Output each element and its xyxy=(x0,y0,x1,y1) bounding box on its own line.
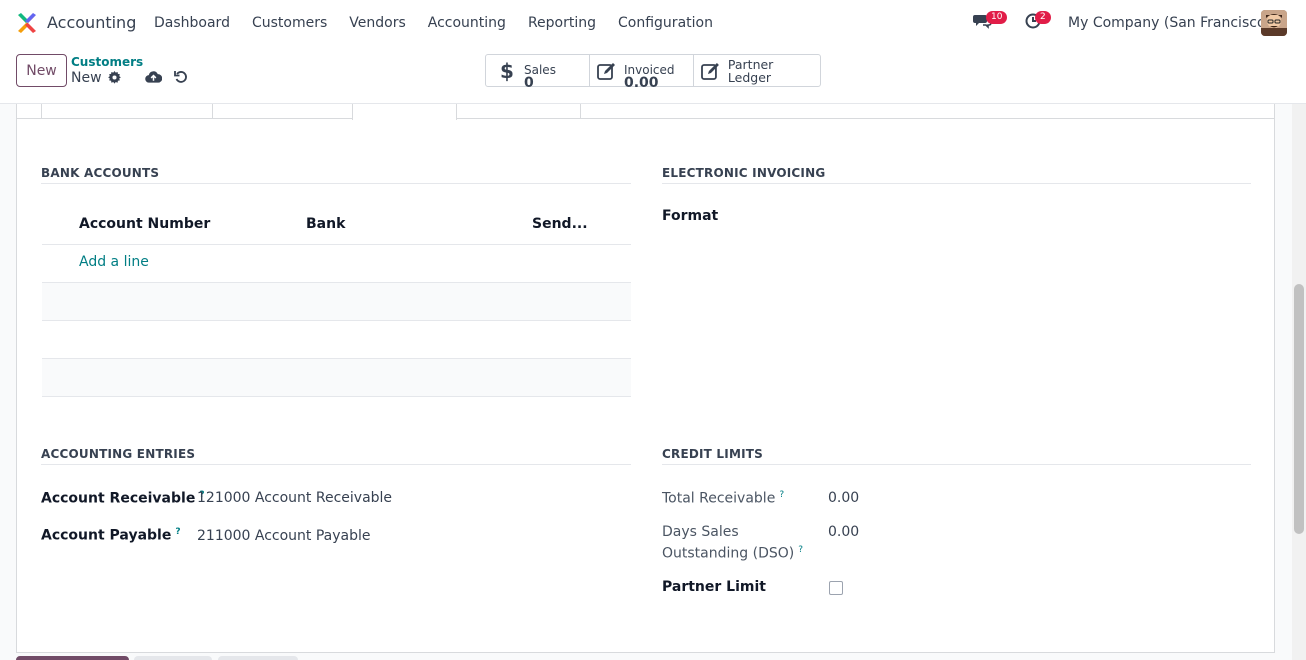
format-label: Format xyxy=(662,208,719,224)
credit-limits-title: CREDIT LIMITS xyxy=(662,447,763,461)
messages-systray[interactable]: 10 xyxy=(972,10,1008,30)
app-name[interactable]: Accounting xyxy=(47,13,136,32)
partner-ledger-label: Partner Ledger xyxy=(727,56,774,85)
help-tooltip-icon[interactable]: ? xyxy=(779,490,784,500)
credit-limits-divider xyxy=(662,464,1251,465)
breadcrumb-current: New xyxy=(71,70,102,86)
sales-value: 0 xyxy=(524,75,534,91)
bottom-secondary-button[interactable] xyxy=(218,656,298,660)
dollar-icon: $ xyxy=(500,58,514,83)
electronic-invoicing-title: ELECTRONIC INVOICING xyxy=(662,166,826,180)
notebook-tabs xyxy=(17,104,1274,120)
account-payable-label: Account Payable? xyxy=(41,527,181,544)
bottom-secondary-button[interactable] xyxy=(134,656,212,660)
tab-contacts[interactable] xyxy=(41,104,213,119)
accounting-entries-divider xyxy=(41,464,631,465)
user-avatar-image xyxy=(1261,10,1287,36)
dso-label-line1: Days Sales xyxy=(662,524,739,540)
discard-undo-icon[interactable] xyxy=(174,70,188,84)
tab-internal-notes[interactable] xyxy=(456,104,581,119)
main-menu: Dashboard Customers Vendors Accounting R… xyxy=(154,15,713,31)
help-tooltip-icon[interactable]: ? xyxy=(798,545,803,555)
account-payable-field[interactable]: 211000 Account Payable xyxy=(197,528,371,544)
total-receivable-label: Total Receivable? xyxy=(662,490,785,507)
scrollbar-thumb[interactable] xyxy=(1294,284,1304,534)
dso-value: 0.00 xyxy=(828,524,860,540)
form-content: BANK ACCOUNTS Account Number Bank Send..… xyxy=(0,104,1306,660)
table-row-divider xyxy=(42,396,631,397)
bank-accounts-title: BANK ACCOUNTS xyxy=(41,166,160,180)
bank-accounts-divider xyxy=(41,183,631,184)
account-receivable-label: Account Receivable? xyxy=(41,490,205,507)
save-cloud-icon[interactable] xyxy=(145,70,162,84)
partner-ledger-smart-button[interactable]: Partner Ledger xyxy=(694,55,820,86)
accounting-entries-title: ACCOUNTING ENTRIES xyxy=(41,447,196,461)
partner-limit-checkbox[interactable] xyxy=(829,581,843,595)
table-row-divider xyxy=(42,320,631,321)
top-navbar: Accounting Dashboard Customers Vendors A… xyxy=(0,0,1306,46)
vertical-scrollbar[interactable] xyxy=(1292,104,1306,660)
company-switcher[interactable]: My Company (San Francisco) xyxy=(1068,15,1271,31)
menu-customers[interactable]: Customers xyxy=(252,15,327,31)
invoiced-value: 0.00 xyxy=(624,75,659,91)
menu-reporting[interactable]: Reporting xyxy=(528,15,596,31)
edit-ledger-icon xyxy=(701,62,719,80)
column-send[interactable]: Send... xyxy=(532,216,588,232)
edit-invoice-icon xyxy=(597,62,615,80)
tab-sales-purchase[interactable] xyxy=(212,104,353,119)
empty-table-row xyxy=(42,283,631,321)
form-sheet: BANK ACCOUNTS Account Number Bank Send..… xyxy=(16,104,1275,653)
invoiced-smart-button[interactable]: Invoiced 0.00 xyxy=(590,55,694,90)
activities-count-badge: 2 xyxy=(1035,11,1051,24)
column-bank[interactable]: Bank xyxy=(306,216,345,232)
electronic-invoicing-divider xyxy=(662,183,1251,184)
column-account-number[interactable]: Account Number xyxy=(79,216,210,232)
accounting-app-logo-icon[interactable] xyxy=(16,12,38,34)
partner-limit-label: Partner Limit xyxy=(662,579,766,595)
dso-label-line2: Outstanding (DSO)? xyxy=(662,545,803,562)
table-header-divider xyxy=(42,244,631,245)
breadcrumb-customers[interactable]: Customers xyxy=(71,55,143,69)
activities-systray[interactable]: 2 xyxy=(1024,10,1051,30)
tab-invoicing[interactable] xyxy=(352,104,457,120)
total-receivable-value: 0.00 xyxy=(828,490,860,506)
menu-accounting[interactable]: Accounting xyxy=(428,15,506,31)
sales-smart-button[interactable]: $ Sales 0 xyxy=(486,55,590,90)
help-tooltip-icon[interactable]: ? xyxy=(175,527,180,537)
menu-configuration[interactable]: Configuration xyxy=(618,15,713,31)
bottom-primary-button[interactable] xyxy=(16,656,129,660)
user-avatar[interactable] xyxy=(1261,10,1287,36)
empty-table-row xyxy=(42,359,631,397)
add-a-line-link[interactable]: Add a line xyxy=(79,254,149,270)
menu-dashboard[interactable]: Dashboard xyxy=(154,15,230,31)
smart-buttons: $ Sales 0 Invoiced 0.00 Partner Ledger xyxy=(485,54,821,90)
menu-vendors[interactable]: Vendors xyxy=(349,15,405,31)
account-receivable-field[interactable]: 121000 Account Receivable xyxy=(197,490,392,506)
messages-count-badge: 10 xyxy=(986,11,1008,24)
new-button[interactable]: New xyxy=(16,54,67,87)
gear-icon[interactable] xyxy=(108,71,121,84)
control-panel: New Customers New $ Sales 0 Invoiced 0.0… xyxy=(0,46,1306,104)
